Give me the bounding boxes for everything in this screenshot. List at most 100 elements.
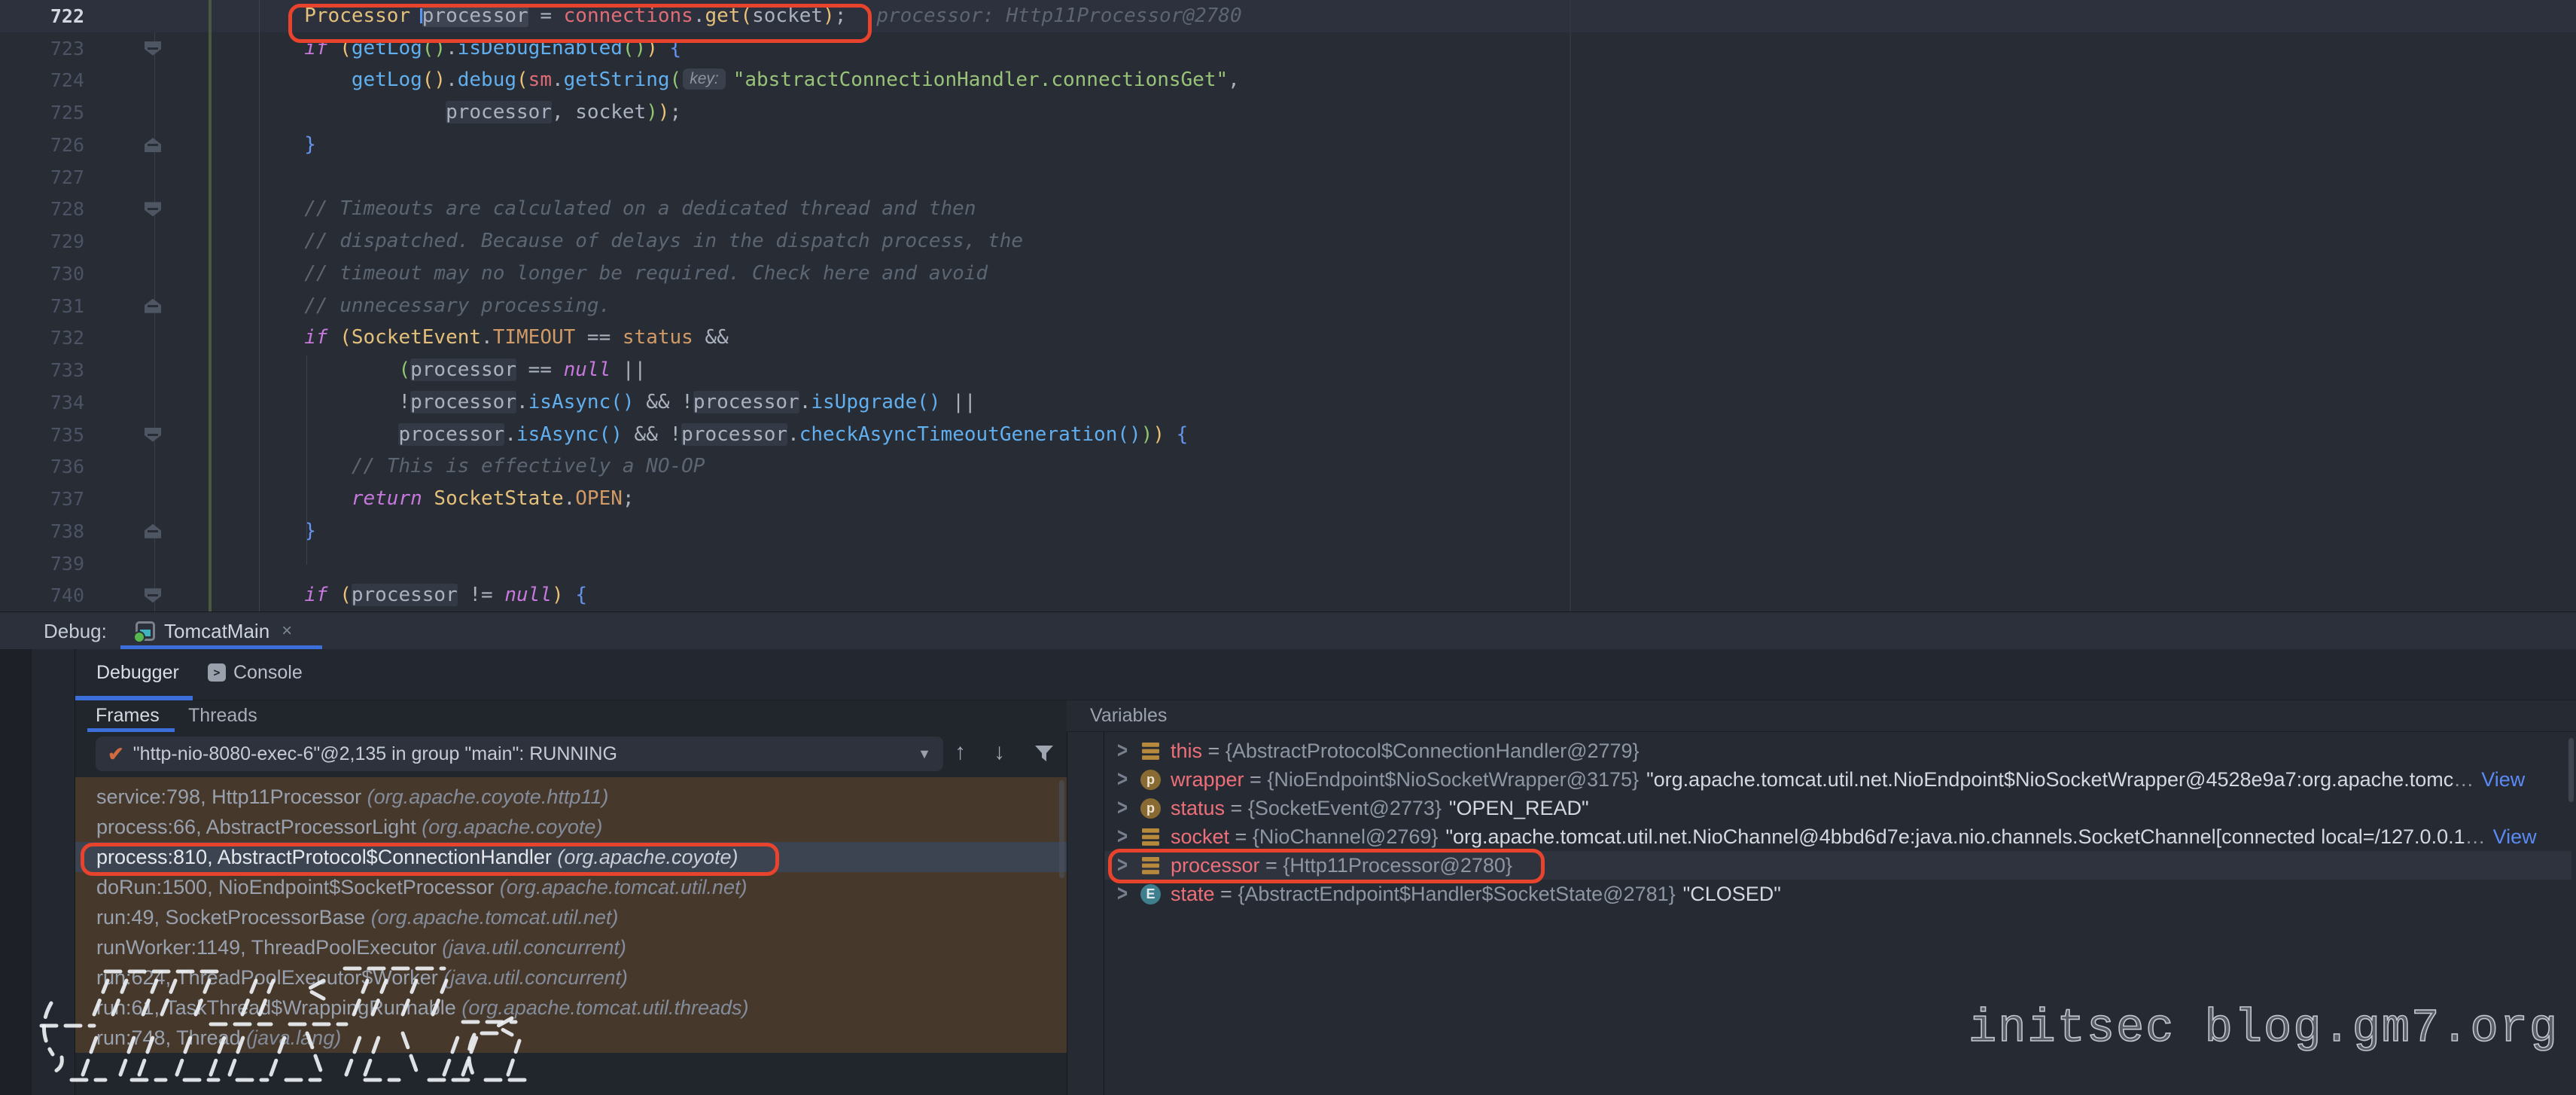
stack-frame-row[interactable]: run:624, ThreadPoolExecutor$Worker (java… xyxy=(75,962,1067,993)
frames-scrollbar[interactable] xyxy=(1059,780,1064,878)
variable-row[interactable]: >Estate = {AbstractEndpoint$Handler$Sock… xyxy=(1104,880,2571,908)
fold-marker-icon[interactable] xyxy=(145,524,161,538)
line-number[interactable]: 724 xyxy=(0,64,84,96)
code-line[interactable]: 740 if (processor != null) { xyxy=(0,579,2576,612)
code-text: } xyxy=(210,129,316,161)
stack-frame-row[interactable]: process:810, AbstractProtocol$Connection… xyxy=(75,842,1067,872)
code-token: sm xyxy=(528,69,552,91)
code-token xyxy=(1165,423,1177,446)
tab-debugger[interactable]: Debugger xyxy=(96,649,179,696)
code-token: ( xyxy=(340,37,352,59)
code-token: isAsync xyxy=(528,391,611,413)
fold-marker-icon[interactable] xyxy=(145,138,161,152)
fold-marker-icon[interactable] xyxy=(145,202,161,216)
variable-row[interactable]: >this = {AbstractProtocol$ConnectionHand… xyxy=(1104,737,2571,765)
variable-row[interactable]: >pstatus = {SocketEvent@2773}"OPEN_READ" xyxy=(1104,794,2571,822)
enum-icon: E xyxy=(1140,884,1161,904)
code-line[interactable]: 735 processor.isAsync() && !processor.ch… xyxy=(0,419,2576,451)
code-line[interactable]: 736 // This is effectively a NO-OP xyxy=(0,450,2576,483)
tab-frames[interactable]: Frames xyxy=(96,705,160,727)
chevron-right-icon[interactable]: > xyxy=(1117,881,1137,907)
previous-frame-icon[interactable]: ↑ xyxy=(955,740,966,765)
variable-row[interactable]: >processor = {Http11Processor@2780} xyxy=(1104,851,2571,880)
view-link[interactable]: View xyxy=(2493,825,2537,849)
chevron-right-icon[interactable]: > xyxy=(1117,853,1137,879)
line-number[interactable]: 729 xyxy=(0,225,84,258)
chevron-right-icon[interactable]: > xyxy=(1117,767,1137,793)
line-number[interactable]: 730 xyxy=(0,258,84,290)
variables-scrollbar[interactable] xyxy=(2568,738,2574,802)
line-number[interactable]: 732 xyxy=(0,322,84,354)
code-line[interactable]: 732 if (SocketEvent.TIMEOUT == status && xyxy=(0,322,2576,354)
line-number[interactable]: 736 xyxy=(0,450,84,483)
code-token: () xyxy=(1117,423,1140,446)
stack-frame-row[interactable]: run:748, Thread (java.lang) xyxy=(75,1023,1067,1053)
filter-frames-icon[interactable] xyxy=(1033,743,1055,765)
code-line[interactable]: 724 getLog().debug(sm.getString(key:"abs… xyxy=(0,64,2576,96)
close-icon[interactable]: × xyxy=(282,621,292,642)
right-margin-guide xyxy=(1570,0,1571,612)
code-line[interactable]: 723 if (getLog().isDebugEnabled()) { xyxy=(0,32,2576,65)
fold-marker-icon[interactable] xyxy=(145,428,161,442)
code-token: , xyxy=(552,101,575,124)
code-token: () xyxy=(611,391,634,413)
line-number[interactable]: 735 xyxy=(0,419,84,451)
line-number[interactable]: 737 xyxy=(0,483,84,515)
frame-package: (java.util.concurrent) xyxy=(442,936,626,959)
thread-selector-value: "http-nio-8080-exec-6"@2,135 in group "m… xyxy=(133,743,909,765)
code-line[interactable]: 733 (processor == null || xyxy=(0,354,2576,386)
chevron-right-icon[interactable]: > xyxy=(1117,738,1137,764)
chevron-right-icon[interactable]: > xyxy=(1117,795,1137,822)
code-line[interactable]: 738 } xyxy=(0,515,2576,548)
code-token: . xyxy=(799,391,811,413)
code-line[interactable]: 737 return SocketState.OPEN; xyxy=(0,483,2576,515)
code-line[interactable]: 725 processor, socket)); xyxy=(0,96,2576,129)
stack-frame-row[interactable]: doRun:1500, NioEndpoint$SocketProcessor … xyxy=(75,872,1067,902)
code-line[interactable]: 727 xyxy=(0,161,2576,194)
fold-marker-icon[interactable] xyxy=(145,41,161,56)
code-line[interactable]: 739 xyxy=(0,548,2576,580)
line-number[interactable]: 733 xyxy=(0,354,84,386)
debug-session-tab[interactable]: TomcatMain × xyxy=(135,612,292,650)
line-number[interactable]: 739 xyxy=(0,548,84,580)
line-number[interactable]: 723 xyxy=(0,32,84,65)
code-token: get xyxy=(705,5,740,27)
code-line[interactable]: 722 Processor processor = connections.ge… xyxy=(0,0,2576,32)
stack-frame-row[interactable]: process:66, AbstractProcessorLight (org.… xyxy=(75,812,1067,842)
code-line[interactable]: 731 // unnecessary processing. xyxy=(0,290,2576,322)
code-line[interactable]: 726 } xyxy=(0,129,2576,161)
stack-frame-row[interactable]: runWorker:1149, ThreadPoolExecutor (java… xyxy=(75,932,1067,962)
line-number[interactable]: 722 xyxy=(0,0,84,32)
stack-frame-row[interactable]: service:798, Http11Processor (org.apache… xyxy=(75,782,1067,812)
code-line[interactable]: 728 // Timeouts are calculated on a dedi… xyxy=(0,193,2576,225)
indent-guide xyxy=(306,355,307,565)
view-link[interactable]: View xyxy=(2481,768,2525,792)
code-token: // Timeouts are calculated on a dedicate… xyxy=(304,197,976,220)
code-token: && ! xyxy=(635,391,693,413)
line-number[interactable]: 738 xyxy=(0,515,84,548)
line-number[interactable]: 725 xyxy=(0,96,84,129)
next-frame-icon[interactable]: ↓ xyxy=(994,740,1005,765)
code-editor[interactable]: 722 Processor processor = connections.ge… xyxy=(0,0,2576,612)
code-line[interactable]: 730 // timeout may no longer be required… xyxy=(0,258,2576,290)
line-number[interactable]: 740 xyxy=(0,579,84,612)
code-token: ( xyxy=(740,5,752,27)
line-number[interactable]: 728 xyxy=(0,193,84,225)
chevron-right-icon[interactable]: > xyxy=(1117,824,1137,850)
variable-row[interactable]: >socket = {NioChannel@2769}"org.apache.t… xyxy=(1104,822,2571,851)
tab-console[interactable]: > Console xyxy=(208,649,303,696)
fold-marker-icon[interactable] xyxy=(145,588,161,602)
fold-marker-icon[interactable] xyxy=(145,299,161,313)
variable-row[interactable]: >pwrapper = {NioEndpoint$NioSocketWrappe… xyxy=(1104,765,2571,794)
thread-selector-dropdown[interactable]: ✔ "http-nio-8080-exec-6"@2,135 in group … xyxy=(96,737,943,771)
stack-frame-row[interactable]: run:49, SocketProcessorBase (org.apache.… xyxy=(75,902,1067,932)
line-number[interactable]: 731 xyxy=(0,290,84,322)
code-token: socket xyxy=(575,101,646,124)
code-line[interactable]: 729 // dispatched. Because of delays in … xyxy=(0,225,2576,258)
line-number[interactable]: 726 xyxy=(0,129,84,161)
line-number[interactable]: 727 xyxy=(0,161,84,194)
stack-frame-row[interactable]: run:61, TaskThread$WrappingRunnable (org… xyxy=(75,993,1067,1023)
line-number[interactable]: 734 xyxy=(0,386,84,419)
code-line[interactable]: 734 !processor.isAsync() && !processor.i… xyxy=(0,386,2576,419)
tab-threads[interactable]: Threads xyxy=(188,705,257,727)
